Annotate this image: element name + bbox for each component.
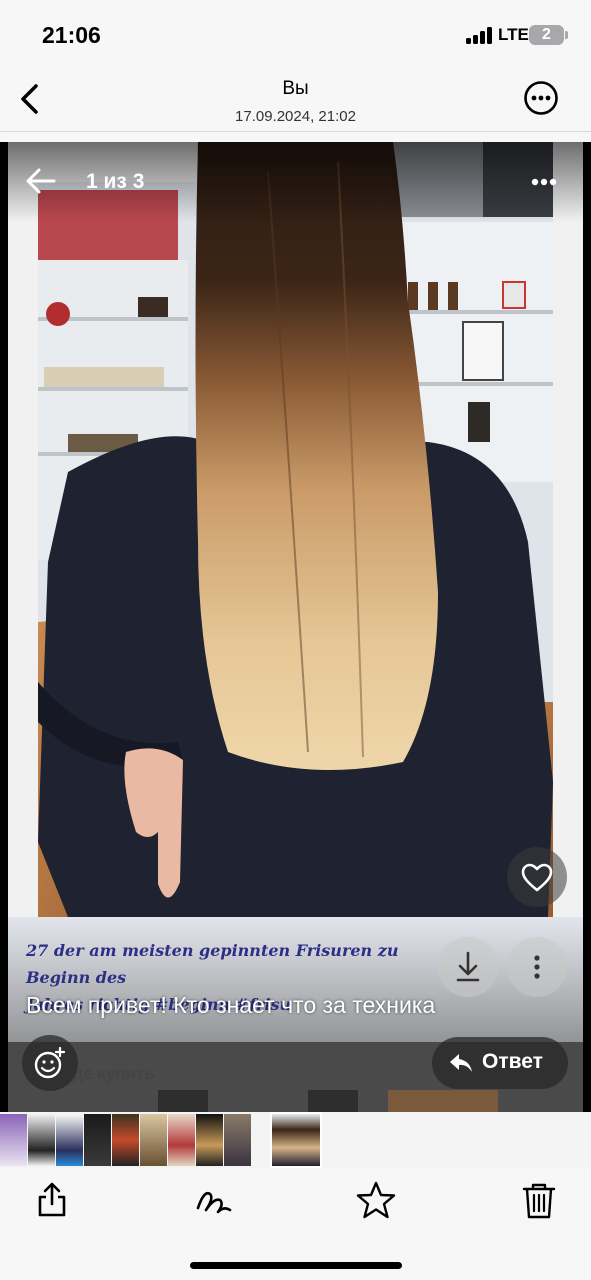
page-title: Вы [282,78,309,99]
thumbnail[interactable] [224,1114,251,1166]
pin-options-button[interactable] [507,937,567,997]
bottom-toolbar [0,1168,591,1280]
thumbnail[interactable] [56,1114,83,1166]
more-vertical-icon [534,955,540,979]
battery-tip [565,31,568,39]
emoji-add-icon [34,1046,66,1079]
thumbnail[interactable] [84,1114,111,1166]
status-bar: 21:06 LTE 2 [0,0,591,70]
thumbnail[interactable] [196,1114,223,1166]
signal-strength-icon [466,27,492,44]
thumbnail[interactable] [140,1114,167,1166]
photo-viewer-screen: 21:06 LTE 2 Вы 17.09.2024, 21:02 1 из 3 … [0,0,591,1280]
network-type: LTE [498,25,529,44]
photo-counter: 1 из 3 [86,170,145,193]
reply-arrow-icon [450,1054,472,1072]
reply-label: Ответ [482,1050,543,1073]
status-time: 21:06 [42,22,101,48]
download-button[interactable] [438,937,498,997]
pin-caption-line: 27 der am meisten gepinnten Frisuren zu … [26,941,399,987]
message-timestamp: 17.09.2024, 21:02 [235,108,356,125]
more-horizontal-icon[interactable] [523,80,559,116]
add-reaction-button[interactable] [22,1035,78,1091]
share-icon[interactable] [32,1180,72,1220]
nav-header: Вы 17.09.2024, 21:02 [0,70,591,132]
thumbnail-strip [0,1112,591,1168]
thumbnail[interactable] [0,1114,27,1166]
more-horizontal-icon[interactable] [531,178,557,186]
thumbnail[interactable] [168,1114,195,1166]
photo-viewer[interactable]: 1 из 3 27 der am meisten gepinnten Frisu… [0,142,591,1112]
thumbnail[interactable] [28,1114,55,1166]
like-button[interactable] [507,847,567,907]
thumbnail[interactable] [112,1114,139,1166]
message-text: Всем привет! Кто знает что за техника [26,992,436,1018]
arrow-left-icon[interactable] [26,168,56,194]
battery-level: 2 [529,25,564,45]
markup-icon[interactable] [194,1180,234,1220]
thumbnail-active[interactable] [270,1112,322,1168]
heart-icon [521,863,553,892]
reply-button[interactable]: Ответ [432,1037,568,1089]
pin-shop-text: где купить [66,1064,155,1083]
home-indicator [190,1262,402,1269]
trash-icon[interactable] [519,1180,559,1220]
star-icon[interactable] [356,1180,396,1220]
download-icon [456,951,480,982]
